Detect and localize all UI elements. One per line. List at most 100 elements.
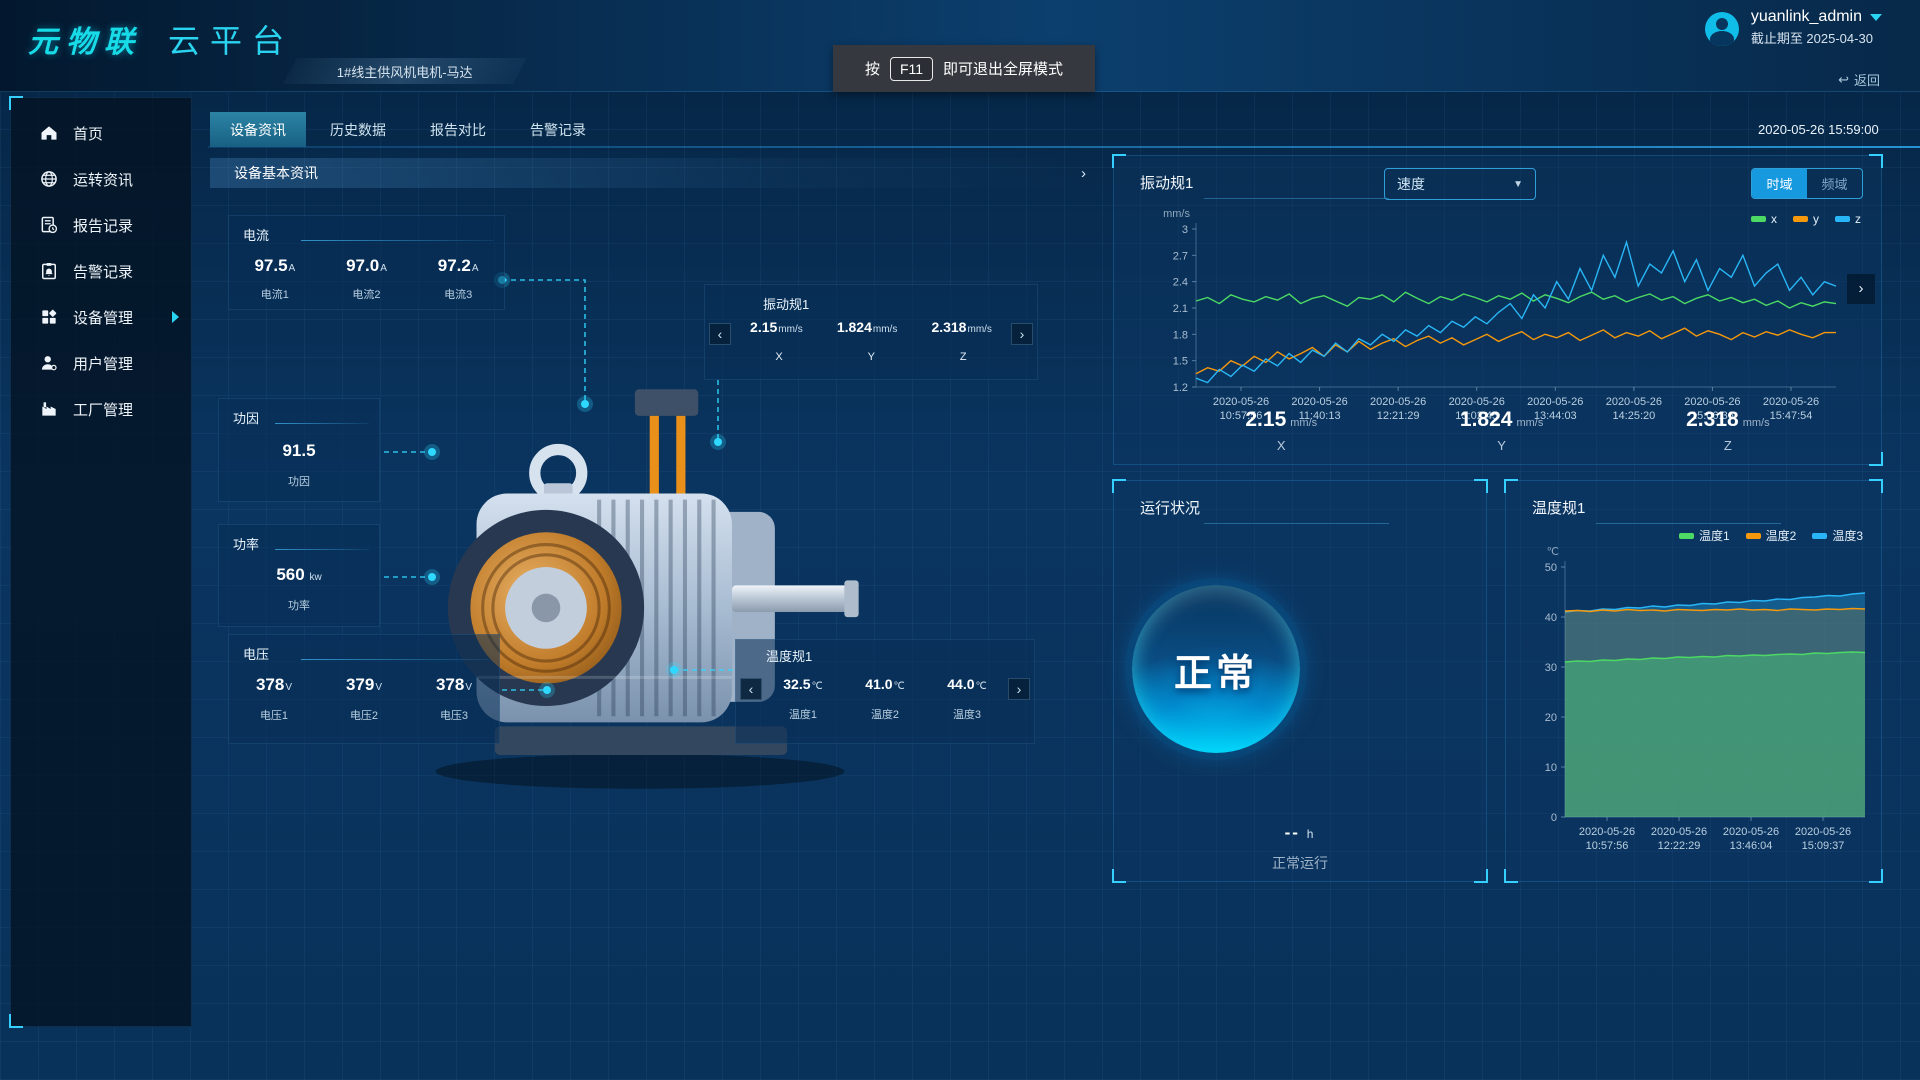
next-temperature-button[interactable]: ›: [1008, 678, 1030, 700]
svg-text:10: 10: [1545, 762, 1557, 774]
power-card: 功率 560 kw 功率: [218, 524, 380, 627]
voltage-value-1: 378V: [256, 675, 292, 695]
corner-bracket: [1869, 479, 1883, 493]
measure-type-dropdown[interactable]: 速度 ▼: [1384, 168, 1536, 200]
breadcrumb-label: 1#线主供风机电机-马达: [337, 62, 473, 81]
sidebar-item-device-management[interactable]: 设备管理: [11, 294, 191, 340]
device-info-title: 设备基本资讯: [234, 163, 318, 183]
tab-report-compare[interactable]: 报告对比: [410, 112, 506, 147]
license-expiry: 截止期至 2025-04-30: [1751, 28, 1882, 47]
temp-label: 温度2: [871, 706, 899, 722]
temperature-legend: 温度1 温度2 温度3: [1679, 527, 1863, 544]
temperature-card: 温度规1 ‹ › 32.5℃ 41.0℃ 44.0℃ 温度1 温度2 温度3: [735, 639, 1035, 744]
legend-temp1[interactable]: 温度1: [1679, 527, 1730, 544]
card-title: 电流: [243, 225, 269, 244]
sidebar-item-home[interactable]: 首页: [11, 110, 191, 156]
alarm-icon: [39, 261, 59, 281]
svg-text:30: 30: [1545, 662, 1557, 674]
vib-axis-label: Z: [960, 351, 967, 363]
card-title: 振动规1: [763, 294, 809, 313]
breadcrumb: 1#线主供风机电机-马达: [283, 58, 527, 84]
svg-text:20: 20: [1545, 712, 1557, 724]
temp-value-2: 41.0℃: [865, 676, 904, 692]
sidebar-item-report-records[interactable]: 报告记录: [11, 202, 191, 248]
temp-label: 温度1: [789, 706, 817, 722]
power-value: 560 kw: [219, 565, 379, 585]
legend-temp3-color: [1812, 533, 1827, 539]
tip-prefix: 按: [865, 58, 880, 79]
sidebar-item-alarm-records[interactable]: 告警记录: [11, 248, 191, 294]
user-menu[interactable]: yuanlink_admin: [1751, 8, 1882, 26]
username: yuanlink_admin: [1751, 8, 1862, 26]
panel-title-line: [1204, 523, 1389, 524]
panel-title-line: [1596, 523, 1781, 524]
logo-primary: 元物联: [28, 17, 142, 61]
svg-text:℃: ℃: [1547, 547, 1559, 558]
prev-vibration-button[interactable]: ‹: [709, 323, 731, 345]
vib-y-value: 1.824mm/s: [837, 319, 898, 335]
vib-axis-label: X: [775, 351, 782, 363]
back-button[interactable]: ↩ 返回: [1838, 70, 1880, 89]
factory-icon: [39, 399, 59, 419]
expand-panel-button[interactable]: ›: [1081, 165, 1086, 182]
svg-text:2020-05-26: 2020-05-26: [1763, 396, 1819, 408]
svg-text:10:57:56: 10:57:56: [1586, 840, 1629, 852]
f11-key: F11: [890, 57, 933, 81]
svg-text:2.1: 2.1: [1173, 303, 1188, 315]
tab-history-data[interactable]: 历史数据: [310, 112, 406, 147]
sidebar-item-operation-info[interactable]: 运转资讯: [11, 156, 191, 202]
status-indicator[interactable]: 正常: [1132, 585, 1300, 753]
temp-value-3: 44.0℃: [947, 676, 986, 692]
card-title-line: [275, 549, 369, 550]
corner-bracket: [1112, 154, 1126, 168]
corner-bracket: [1504, 479, 1518, 493]
current-value-2: 97.0A: [346, 256, 387, 276]
corner-bracket: [9, 96, 23, 110]
legend-temp3[interactable]: 温度3: [1812, 527, 1863, 544]
run-hours: -- h: [1114, 823, 1486, 843]
vib-x-value: 2.15mm/s: [750, 319, 803, 335]
tab-alarm-records[interactable]: 告警记录: [510, 112, 606, 147]
svg-text:2020-05-26: 2020-05-26: [1651, 826, 1707, 838]
svg-text:mm/s: mm/s: [1163, 208, 1190, 220]
legend-temp2[interactable]: 温度2: [1746, 527, 1797, 544]
sidebar-item-factory-management[interactable]: 工厂管理: [11, 386, 191, 432]
svg-text:2020-05-26: 2020-05-26: [1795, 826, 1851, 838]
voltage-label: 电压2: [350, 707, 378, 723]
panel-title: 运行状况: [1140, 497, 1200, 518]
toggle-time-domain[interactable]: 时域: [1752, 169, 1807, 198]
voltage-label: 电压1: [260, 707, 288, 723]
current-value-3: 97.2A: [438, 256, 479, 276]
card-title: 电压: [243, 644, 269, 663]
user-icon: [39, 353, 59, 373]
tab-device-info[interactable]: 设备资讯: [210, 112, 306, 147]
panel-title: 温度规1: [1532, 497, 1585, 518]
voltage-value-2: 379V: [346, 675, 382, 695]
power-factor-card: 功因 91.5 功因: [218, 398, 380, 502]
svg-text:2020-05-26: 2020-05-26: [1291, 396, 1347, 408]
prev-temperature-button[interactable]: ‹: [740, 678, 762, 700]
svg-text:1.8: 1.8: [1173, 329, 1188, 341]
sidebar-item-label: 首页: [73, 123, 103, 144]
sidebar: 首页 运转资讯 报告记录 告警记录 设备管理 用户管理 工厂管理: [10, 97, 192, 1027]
vibration-chart-panel: 振动规1 速度 ▼ 时域 频域 x y z mm/s32.72.42.11.81…: [1113, 155, 1882, 465]
svg-text:0: 0: [1551, 812, 1557, 824]
user-block[interactable]: yuanlink_admin 截止期至 2025-04-30: [1705, 8, 1882, 47]
back-label: 返回: [1854, 70, 1880, 89]
domain-toggle: 时域 频域: [1751, 168, 1863, 199]
vibration-card: 振动规1 ‹ › 2.15mm/s 1.824mm/s 2.318mm/s X …: [704, 284, 1038, 380]
temp-label: 温度3: [953, 706, 981, 722]
expand-arrow-icon: [172, 311, 179, 323]
report-icon: [39, 215, 59, 235]
current-label: 电流2: [352, 286, 380, 302]
chart-next-button[interactable]: ›: [1847, 274, 1875, 304]
chevron-down-icon: [1870, 14, 1882, 21]
sidebar-item-user-management[interactable]: 用户管理: [11, 340, 191, 386]
sidebar-item-label: 设备管理: [73, 307, 133, 328]
voltage-card: 电压 378V 379V 378V 电压1 电压2 电压3: [228, 634, 500, 744]
next-vibration-button[interactable]: ›: [1011, 323, 1033, 345]
voltage-value-3: 378V: [436, 675, 472, 695]
toggle-frequency-domain[interactable]: 频域: [1807, 169, 1862, 198]
corner-bracket: [1474, 479, 1488, 493]
svg-text:2020-05-26: 2020-05-26: [1684, 396, 1740, 408]
